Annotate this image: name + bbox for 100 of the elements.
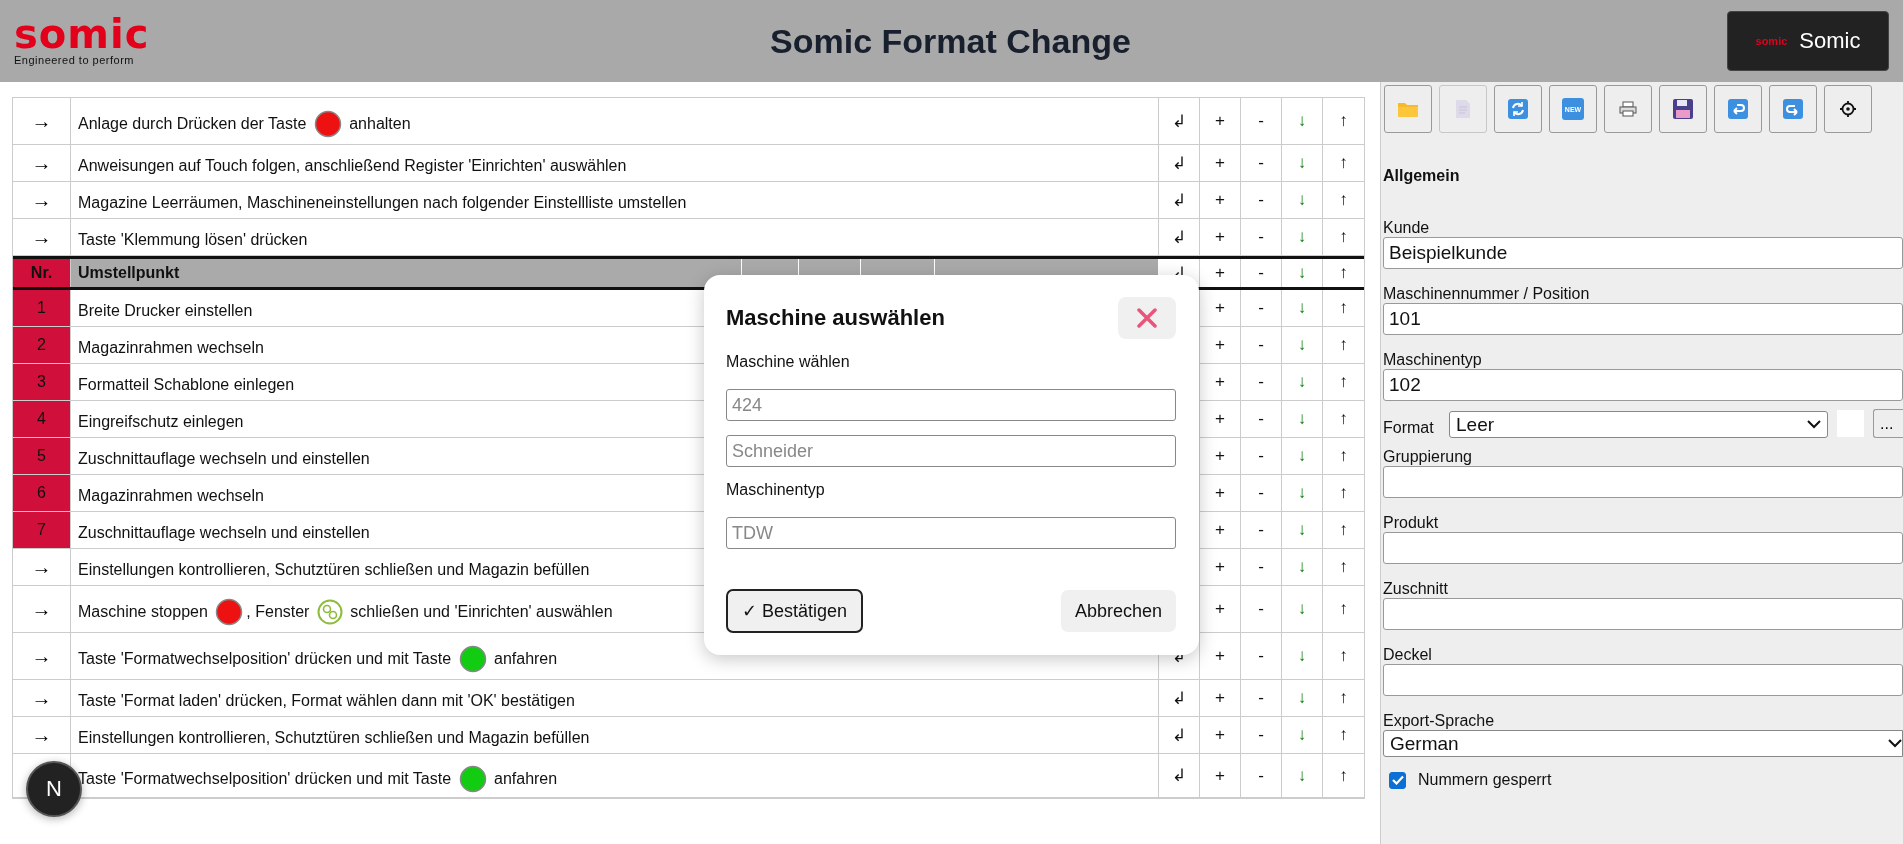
text-field[interactable]: 101 xyxy=(1383,303,1903,335)
text-field[interactable]: 424 xyxy=(726,389,1176,421)
add-button[interactable]: + xyxy=(1200,512,1241,548)
return-button[interactable]: ↲ xyxy=(1159,98,1200,144)
move-down-button[interactable]: ↓ xyxy=(1282,98,1323,144)
move-down-button[interactable]: ↓ xyxy=(1282,364,1323,400)
move-up-button[interactable]: ↑ xyxy=(1323,98,1364,144)
confirm-button[interactable]: ✓ Bestätigen xyxy=(726,589,864,633)
add-button[interactable]: + xyxy=(1200,401,1241,437)
text-field[interactable] xyxy=(1383,466,1903,498)
move-down-button[interactable]: ↓ xyxy=(1282,717,1323,753)
add-button[interactable]: + xyxy=(1200,475,1241,511)
add-button[interactable]: + xyxy=(1200,98,1241,144)
text-field[interactable]: Beispielkunde xyxy=(1383,237,1903,269)
move-down-button[interactable]: ↓ xyxy=(1282,327,1323,363)
move-up-button[interactable]: ↑ xyxy=(1323,586,1364,632)
move-down-button[interactable]: ↓ xyxy=(1282,475,1323,511)
remove-button[interactable]: - xyxy=(1241,259,1282,287)
move-up-button[interactable]: ↑ xyxy=(1323,219,1364,255)
add-button[interactable]: + xyxy=(1200,219,1241,255)
add-button[interactable]: + xyxy=(1200,145,1241,181)
move-down-button[interactable]: ↓ xyxy=(1282,549,1323,585)
text-field[interactable]: TDW xyxy=(726,517,1176,549)
move-down-button[interactable]: ↓ xyxy=(1282,401,1323,437)
move-up-button[interactable]: ↑ xyxy=(1323,364,1364,400)
remove-button[interactable]: - xyxy=(1241,219,1282,255)
remove-button[interactable]: - xyxy=(1241,586,1282,632)
language-select[interactable]: German xyxy=(1383,730,1903,757)
move-down-button[interactable]: ↓ xyxy=(1282,586,1323,632)
return-button[interactable]: ↲ xyxy=(1159,717,1200,753)
add-button[interactable]: + xyxy=(1200,364,1241,400)
remove-button[interactable]: - xyxy=(1241,512,1282,548)
toolbar-button[interactable] xyxy=(1659,85,1707,133)
remove-button[interactable]: - xyxy=(1241,145,1282,181)
move-down-button[interactable]: ↓ xyxy=(1282,182,1323,218)
text-field[interactable] xyxy=(1383,598,1903,630)
add-button[interactable]: + xyxy=(1200,259,1241,287)
step-text: Anlage durch Drücken der Taste xyxy=(78,115,308,133)
return-button[interactable]: ↲ xyxy=(1159,182,1200,218)
remove-button[interactable]: - xyxy=(1241,438,1282,474)
return-button[interactable]: ↲ xyxy=(1159,219,1200,255)
move-up-button[interactable]: ↑ xyxy=(1323,549,1364,585)
move-up-button[interactable]: ↑ xyxy=(1323,680,1364,716)
move-down-button[interactable]: ↓ xyxy=(1282,633,1323,679)
move-up-button[interactable]: ↑ xyxy=(1323,438,1364,474)
remove-button[interactable]: - xyxy=(1241,549,1282,585)
add-button[interactable]: + xyxy=(1200,633,1241,679)
move-down-button[interactable]: ↓ xyxy=(1282,680,1323,716)
add-button[interactable]: + xyxy=(1200,182,1241,218)
remove-button[interactable]: - xyxy=(1241,633,1282,679)
move-up-button[interactable]: ↑ xyxy=(1323,259,1364,287)
move-down-button[interactable]: ↓ xyxy=(1282,438,1323,474)
move-down-button[interactable]: ↓ xyxy=(1282,290,1323,326)
move-up-button[interactable]: ↑ xyxy=(1323,717,1364,753)
close-button[interactable] xyxy=(1118,297,1176,339)
remove-button[interactable]: - xyxy=(1241,364,1282,400)
add-button[interactable]: + xyxy=(1200,327,1241,363)
move-up-button[interactable]: ↑ xyxy=(1323,182,1364,218)
move-down-button[interactable]: ↓ xyxy=(1282,145,1323,181)
text-field[interactable] xyxy=(1383,664,1903,696)
text-field[interactable]: Schneider xyxy=(726,435,1176,467)
toolbar-button[interactable] xyxy=(1824,85,1872,133)
move-down-button[interactable]: ↓ xyxy=(1282,219,1323,255)
move-up-button[interactable]: ↑ xyxy=(1323,512,1364,548)
remove-button[interactable]: - xyxy=(1241,98,1282,144)
move-up-button[interactable]: ↑ xyxy=(1323,475,1364,511)
add-button[interactable]: + xyxy=(1200,717,1241,753)
move-down-button[interactable]: ↓ xyxy=(1282,259,1323,287)
text-field[interactable] xyxy=(1383,532,1903,564)
remove-button[interactable]: - xyxy=(1241,182,1282,218)
format-select[interactable]: Leer xyxy=(1449,411,1828,438)
remove-button[interactable]: - xyxy=(1241,680,1282,716)
more-button[interactable]: ... xyxy=(1873,409,1903,438)
move-up-button[interactable]: ↑ xyxy=(1323,290,1364,326)
cancel-button[interactable]: Abbrechen xyxy=(1060,590,1176,632)
move-up-button[interactable]: ↑ xyxy=(1323,327,1364,363)
remove-button[interactable]: - xyxy=(1241,401,1282,437)
return-button[interactable]: ↲ xyxy=(1159,754,1200,797)
remove-button[interactable]: - xyxy=(1241,290,1282,326)
checkbox[interactable] xyxy=(1389,771,1406,789)
remove-button[interactable]: - xyxy=(1241,327,1282,363)
move-down-button[interactable]: ↓ xyxy=(1282,754,1323,797)
move-up-button[interactable]: ↑ xyxy=(1323,401,1364,437)
move-up-button[interactable]: ↑ xyxy=(1323,633,1364,679)
remove-button[interactable]: - xyxy=(1241,754,1282,797)
add-button[interactable]: + xyxy=(1200,680,1241,716)
add-button[interactable]: + xyxy=(1200,438,1241,474)
text-field[interactable]: 102 xyxy=(1383,369,1903,401)
return-button[interactable]: ↲ xyxy=(1159,145,1200,181)
add-button[interactable]: + xyxy=(1200,290,1241,326)
return-button[interactable]: ↲ xyxy=(1159,680,1200,716)
remove-button[interactable]: - xyxy=(1241,475,1282,511)
remove-button[interactable]: - xyxy=(1241,717,1282,753)
account-button[interactable]: somic Somic xyxy=(1727,11,1889,71)
move-up-button[interactable]: ↑ xyxy=(1323,145,1364,181)
move-down-button[interactable]: ↓ xyxy=(1282,512,1323,548)
add-button[interactable]: + xyxy=(1200,549,1241,585)
add-button[interactable]: + xyxy=(1200,586,1241,632)
move-up-button[interactable]: ↑ xyxy=(1323,754,1364,797)
add-button[interactable]: + xyxy=(1200,754,1241,797)
